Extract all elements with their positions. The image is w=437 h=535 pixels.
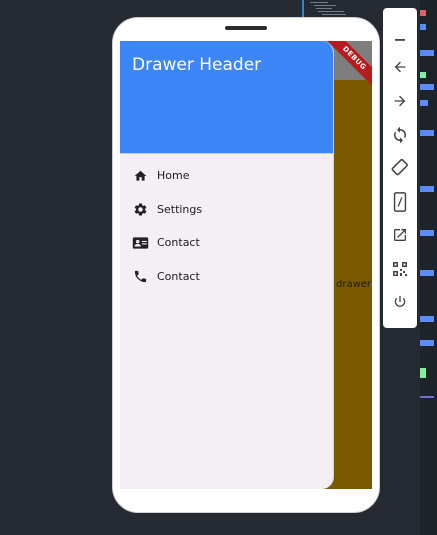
drawer-item-settings[interactable]: Settings bbox=[120, 193, 333, 227]
overview-mark bbox=[420, 100, 428, 106]
overview-mark bbox=[420, 316, 434, 322]
power-button[interactable] bbox=[390, 292, 410, 312]
open-external-icon bbox=[394, 229, 406, 241]
overview-mark bbox=[420, 368, 426, 378]
minimize-button[interactable] bbox=[390, 30, 410, 50]
qr-code-icon bbox=[393, 262, 407, 276]
app-screen: drawer DEBUG Drawer Header Home Settings bbox=[120, 41, 372, 489]
power-icon bbox=[394, 296, 406, 307]
drawer-header: Drawer Header bbox=[120, 41, 333, 154]
overview-mark bbox=[420, 270, 434, 276]
fold-button[interactable] bbox=[390, 192, 410, 212]
overview-mark bbox=[420, 84, 434, 90]
overview-mark bbox=[420, 186, 434, 192]
drawer-item-label: Home bbox=[157, 169, 190, 183]
emulator-toolbar bbox=[383, 8, 417, 328]
rotate-device-icon bbox=[391, 158, 408, 176]
device-speaker bbox=[225, 26, 267, 30]
drawer-item-label: Contact bbox=[157, 269, 200, 283]
overview-mark bbox=[420, 24, 426, 30]
drawer-menu: Home Settings Contact Contact bbox=[120, 159, 333, 293]
open-external-button[interactable] bbox=[390, 225, 410, 245]
forward-icon bbox=[394, 95, 406, 107]
minimize-icon bbox=[395, 39, 405, 41]
overview-mark bbox=[420, 396, 434, 398]
overview-mark bbox=[420, 230, 434, 236]
overview-mark bbox=[420, 130, 434, 136]
forward-button[interactable] bbox=[390, 91, 410, 111]
drawer-item-home[interactable]: Home bbox=[120, 159, 333, 193]
back-icon bbox=[394, 61, 406, 73]
drawer-item-contact-phone[interactable]: Contact bbox=[120, 260, 333, 294]
contact-card-icon bbox=[131, 234, 149, 252]
drawer-item-label: Settings bbox=[157, 202, 203, 216]
rotate-button[interactable] bbox=[390, 125, 410, 145]
rotate-icon bbox=[394, 126, 406, 144]
editor-overview-ruler[interactable] bbox=[420, 0, 437, 535]
fold-icon bbox=[393, 192, 407, 212]
home-icon bbox=[131, 167, 149, 185]
overview-mark bbox=[420, 10, 426, 16]
drawer-item-contact[interactable]: Contact bbox=[120, 226, 333, 260]
overview-mark bbox=[420, 50, 434, 56]
overview-mark bbox=[420, 340, 434, 346]
back-button[interactable] bbox=[390, 57, 410, 77]
navigation-drawer: Drawer Header Home Settings Contact Cont… bbox=[120, 41, 334, 489]
body-text: drawer bbox=[336, 279, 372, 290]
gear-icon bbox=[131, 200, 149, 218]
overview-mark bbox=[420, 72, 426, 78]
qr-code-button[interactable] bbox=[390, 259, 410, 279]
drawer-item-label: Contact bbox=[157, 236, 200, 250]
phone-icon bbox=[131, 267, 149, 285]
drawer-header-title: Drawer Header bbox=[132, 55, 262, 75]
rotate-device-button[interactable] bbox=[390, 158, 410, 178]
